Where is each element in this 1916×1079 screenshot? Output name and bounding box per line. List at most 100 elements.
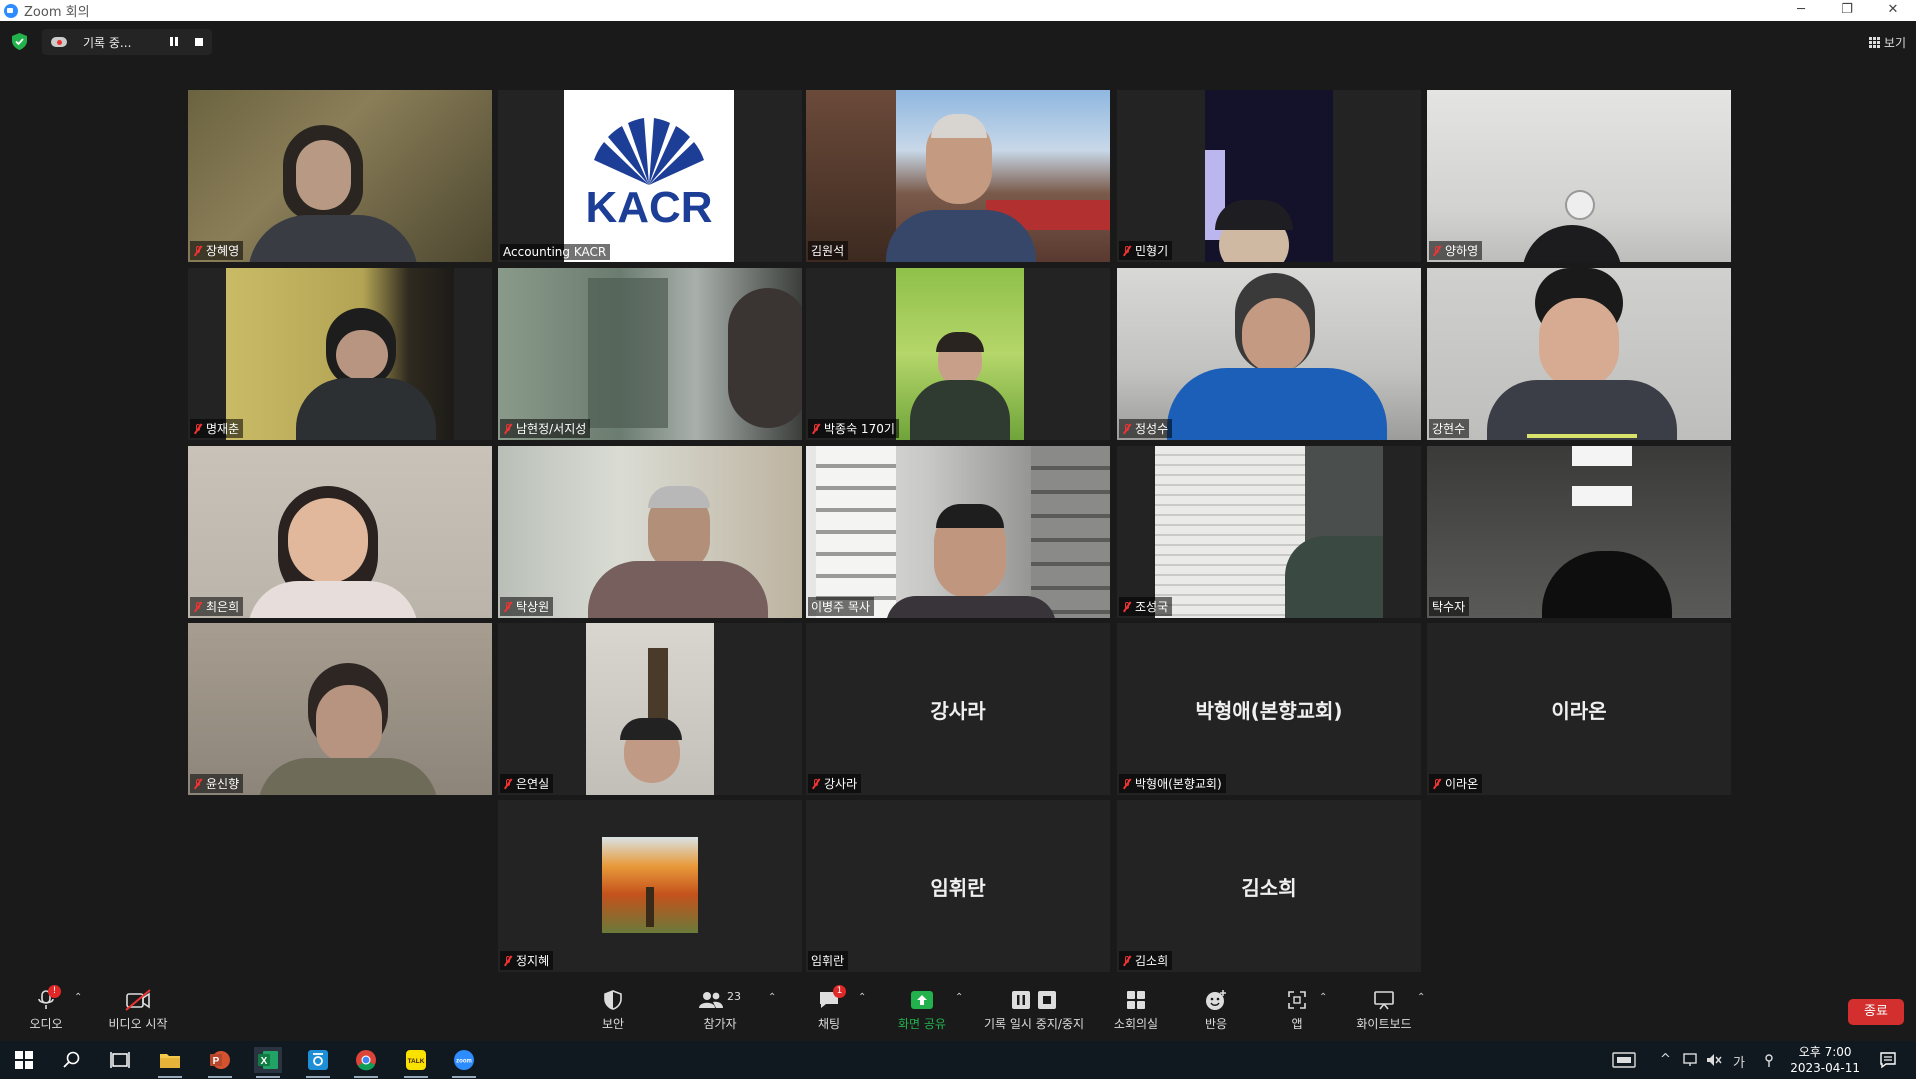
participant-video: [226, 268, 454, 440]
participant-video: [498, 268, 802, 440]
show-hidden-icons-chevron-icon[interactable]: ^: [1660, 1052, 1671, 1067]
volume-muted-icon[interactable]: [1700, 1047, 1728, 1073]
participant-video: [1155, 446, 1383, 618]
video-tile[interactable]: 윤신향: [188, 623, 492, 795]
stop-recording-icon[interactable]: [195, 38, 203, 46]
security-button[interactable]: 보안: [588, 988, 638, 1032]
system-clock[interactable]: 오후 7:00 2023-04-11: [1790, 1044, 1860, 1076]
video-tile[interactable]: 최은희: [188, 446, 492, 618]
end-meeting-button[interactable]: 종료: [1848, 999, 1904, 1025]
pause-recording-icon[interactable]: [170, 37, 178, 46]
svg-text:TALK: TALK: [408, 1058, 425, 1065]
share-screen-button[interactable]: 화면 공유: [888, 988, 956, 1032]
chrome-icon[interactable]: [352, 1047, 380, 1078]
video-tile-active-speaker[interactable]: 김원석: [806, 90, 1110, 262]
video-tile[interactable]: 강사라 강사라: [806, 623, 1110, 795]
clock-date: 2023-04-11: [1790, 1061, 1860, 1075]
audio-button[interactable]: ! 오디오: [20, 985, 72, 1032]
chat-unread-badge: 1: [833, 985, 846, 998]
meeting-toolbar: ! 오디오 ⌃ 비디오 시작 보안 23 참가자 ⌃ 1 채팅 ⌃ 화면 공유 …: [0, 978, 1916, 1041]
whiteboard-options-chevron-icon[interactable]: ⌃: [1417, 992, 1425, 1003]
reactions-button[interactable]: 반응: [1196, 988, 1236, 1032]
participant-name-label: 강사라: [808, 774, 862, 793]
participant-name-label: 이라온: [1429, 774, 1483, 793]
breakout-rooms-button[interactable]: 소회의실: [1108, 988, 1164, 1032]
file-explorer-icon[interactable]: [156, 1047, 184, 1078]
video-tile[interactable]: 박형애(본향교회) 박형애(본향교회): [1117, 623, 1421, 795]
video-tile[interactable]: 이병주 목사: [806, 446, 1110, 618]
participant-name-label: 민형기: [1119, 241, 1173, 260]
zoom-app-icon: [4, 3, 18, 18]
notifications-icon[interactable]: [1874, 1047, 1902, 1073]
participant-video: [1427, 268, 1731, 440]
restore-button[interactable]: ❐: [1824, 0, 1870, 21]
chat-button[interactable]: 1 채팅: [804, 985, 854, 1032]
video-tile[interactable]: 민형기: [1117, 90, 1421, 262]
video-tile[interactable]: 이라온 이라온: [1427, 623, 1731, 795]
video-tile[interactable]: 박종숙 170기: [806, 268, 1110, 440]
apps-options-chevron-icon[interactable]: ⌃: [1319, 992, 1327, 1003]
participants-label: 참가자: [703, 1017, 737, 1031]
keyboard-layout-icon[interactable]: [1610, 1047, 1638, 1073]
search-icon[interactable]: [58, 1047, 86, 1073]
muted-mic-icon: [1122, 245, 1132, 257]
video-tile[interactable]: 남현정/서지성: [498, 268, 802, 440]
video-tile[interactable]: 임휘란 임휘란: [806, 800, 1110, 972]
video-tile[interactable]: 정성수: [1117, 268, 1421, 440]
video-tile[interactable]: 양하영: [1427, 90, 1731, 262]
encryption-shield-icon[interactable]: [12, 33, 27, 50]
view-button[interactable]: 보기: [1868, 34, 1906, 51]
kacr-sunburst-logo: KACR: [585, 118, 713, 232]
participants-options-chevron-icon[interactable]: ⌃: [768, 992, 776, 1003]
whiteboard-button[interactable]: 화이트보드: [1350, 988, 1418, 1032]
share-options-chevron-icon[interactable]: ⌃: [955, 992, 963, 1003]
chat-options-chevron-icon[interactable]: ⌃: [858, 992, 866, 1003]
powerpoint-icon[interactable]: P: [206, 1047, 234, 1078]
reactions-label: 반응: [1204, 1017, 1228, 1031]
video-tile[interactable]: 김소희 김소희: [1117, 800, 1421, 972]
audio-options-chevron-icon[interactable]: ⌃: [74, 992, 82, 1003]
video-tile[interactable]: 명재춘: [188, 268, 492, 440]
participants-button[interactable]: 23 참가자: [694, 988, 746, 1032]
start-video-button[interactable]: 비디오 시작: [100, 988, 176, 1032]
video-tile[interactable]: 장혜영: [188, 90, 492, 262]
recording-label: 기록 중...: [83, 35, 132, 50]
participant-display-name: 임휘란: [930, 876, 986, 900]
excel-icon[interactable]: X: [254, 1047, 282, 1078]
muted-mic-icon: [503, 955, 513, 967]
video-tile[interactable]: 강현수: [1427, 268, 1731, 440]
close-button[interactable]: ✕: [1870, 0, 1916, 21]
svg-text:X: X: [261, 1056, 268, 1067]
apps-button[interactable]: 앱: [1282, 988, 1312, 1032]
participant-name-label: 정지혜: [500, 951, 554, 970]
participant-video: [1117, 268, 1421, 440]
ime-indicator[interactable]: 가: [1733, 1052, 1745, 1071]
zoom-taskbar-icon[interactable]: zoom: [450, 1047, 478, 1078]
muted-mic-icon: [811, 778, 821, 790]
whiteboard-icon: [1374, 991, 1394, 1010]
video-tile[interactable]: 탁수자: [1427, 446, 1731, 618]
minimize-button[interactable]: ─: [1778, 0, 1824, 21]
input-mode-icon[interactable]: [1755, 1047, 1783, 1073]
pause-stop-recording-button[interactable]: 기록 일시 중지/중지: [978, 988, 1090, 1032]
video-tile[interactable]: 은연실: [498, 623, 802, 795]
muted-mic-icon: [193, 423, 203, 435]
svg-text:P: P: [213, 1056, 220, 1067]
participant-name-label: 남현정/서지성: [500, 419, 591, 438]
task-view-icon[interactable]: [106, 1047, 134, 1073]
participant-video: [896, 268, 1024, 440]
muted-mic-icon: [503, 423, 513, 435]
kakaotalk-icon[interactable]: TALK: [402, 1047, 430, 1078]
windows-start-icon[interactable]: [10, 1047, 38, 1073]
muted-mic-icon: [503, 601, 513, 613]
participant-display-name: 박형애(본향교회): [1195, 699, 1343, 723]
apps-icon: [1288, 991, 1306, 1009]
participant-display-name: 이라온: [1551, 699, 1607, 723]
video-tile[interactable]: 탁상원: [498, 446, 802, 618]
video-tile[interactable]: 정지혜: [498, 800, 802, 972]
video-tile[interactable]: 조성국: [1117, 446, 1421, 618]
chat-label: 채팅: [817, 1017, 841, 1031]
stop-icon: [1038, 991, 1056, 1009]
video-tile[interactable]: KACR Accounting KACR: [498, 90, 802, 262]
hwp-icon[interactable]: [304, 1047, 332, 1078]
